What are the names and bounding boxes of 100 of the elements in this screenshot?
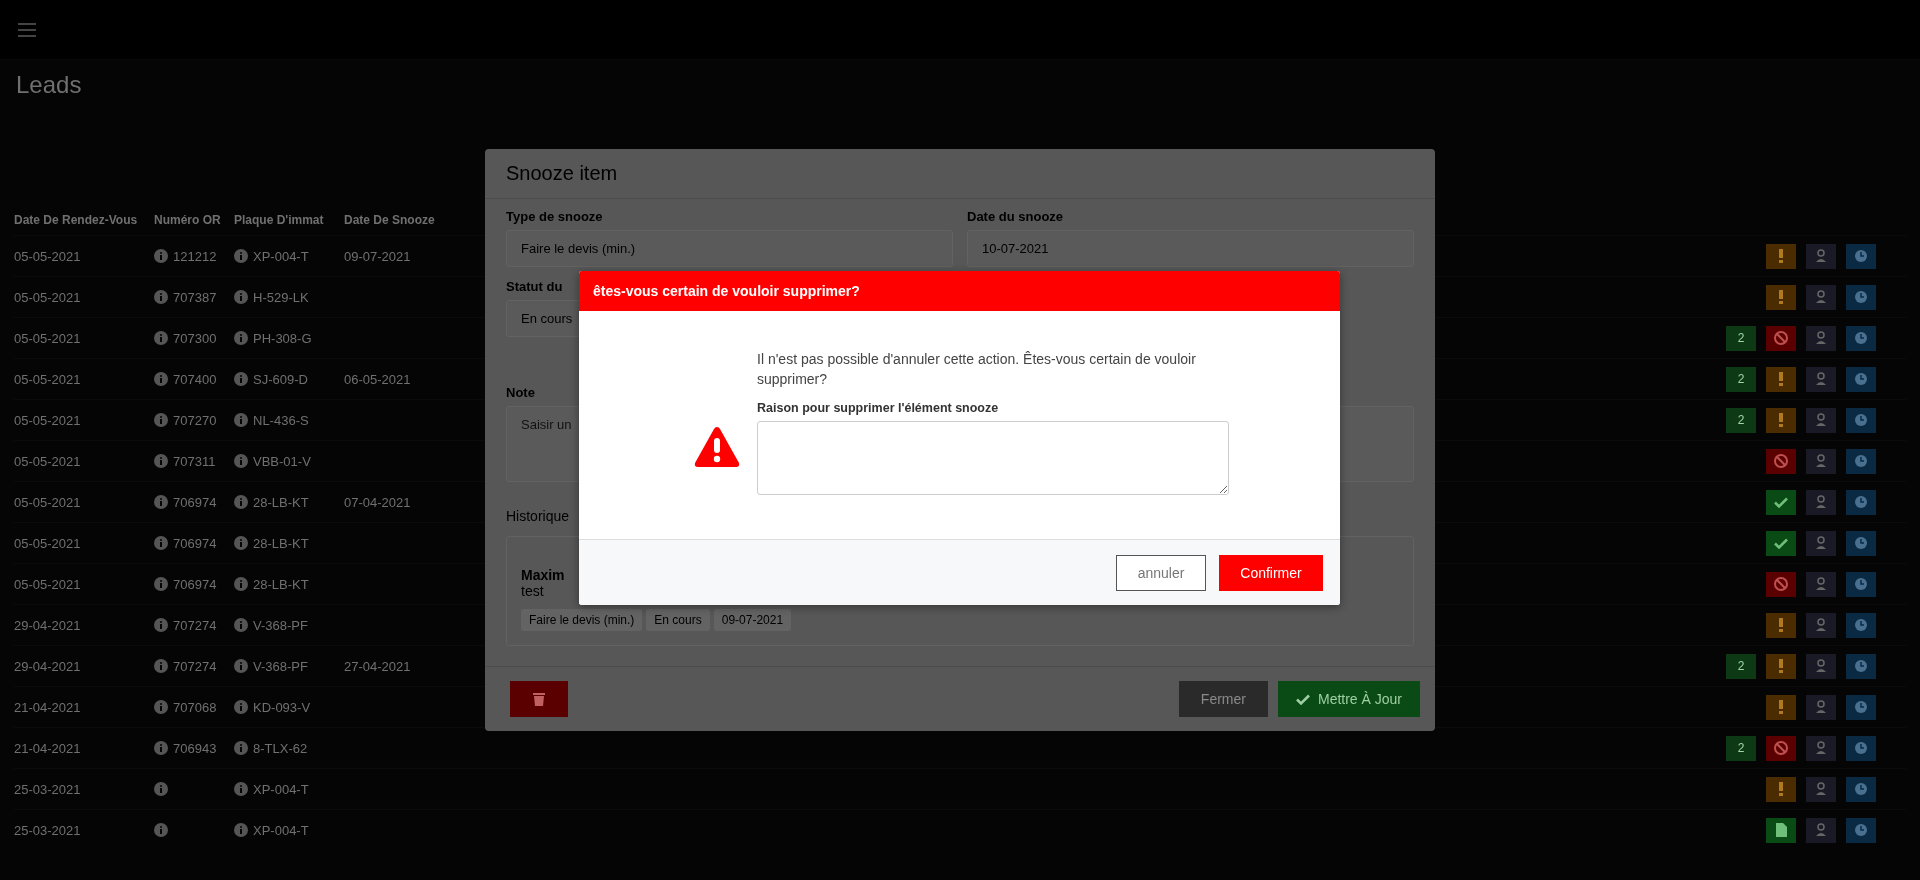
- field-label: Type de snooze: [506, 209, 603, 224]
- table-cell: V-368-PF: [253, 617, 308, 633]
- table-cell: XP-004-T: [253, 248, 309, 264]
- user-button[interactable]: [1806, 489, 1836, 515]
- status-button[interactable]: [1766, 407, 1796, 433]
- user-button[interactable]: [1806, 653, 1836, 679]
- info-icon: [234, 823, 248, 837]
- table-cell: 706943: [173, 740, 217, 756]
- info-icon: [234, 495, 248, 509]
- user-button[interactable]: [1806, 407, 1836, 433]
- confirm-button[interactable]: Confirmer: [1219, 554, 1323, 591]
- delete-button[interactable]: [510, 681, 568, 717]
- status-button[interactable]: [1766, 571, 1796, 597]
- table-cell: 707300: [173, 330, 217, 346]
- table-cell: 706974: [173, 535, 217, 551]
- exclamation-icon: [1779, 618, 1783, 632]
- clock-button[interactable]: [1846, 776, 1876, 802]
- status-button[interactable]: [1766, 776, 1796, 802]
- info-icon: [154, 700, 168, 714]
- table-cell: 707270: [173, 412, 217, 428]
- clock-button[interactable]: [1846, 694, 1876, 720]
- clock-button[interactable]: [1846, 653, 1876, 679]
- clock-button[interactable]: [1846, 817, 1876, 843]
- user-icon: [1815, 454, 1827, 468]
- update-button[interactable]: Mettre À Jour: [1277, 681, 1420, 717]
- input-field[interactable]: 10-07-2021: [967, 230, 1414, 267]
- user-icon: [1815, 577, 1827, 591]
- table-cell: VBB-01-V: [253, 453, 311, 469]
- menu-icon[interactable]: [18, 22, 36, 37]
- status-button[interactable]: [1766, 530, 1796, 556]
- input-field[interactable]: Faire le devis (min.): [506, 230, 953, 267]
- user-button[interactable]: [1806, 776, 1836, 802]
- exclamation-icon: [1779, 249, 1783, 263]
- table-cell: 29-04-2021: [14, 617, 81, 633]
- info-icon: [154, 413, 168, 427]
- clock-icon: [1854, 577, 1868, 591]
- status-button[interactable]: [1766, 817, 1796, 843]
- status-button[interactable]: [1766, 243, 1796, 269]
- clock-icon: [1854, 659, 1868, 673]
- clock-icon: [1854, 290, 1868, 304]
- clock-button[interactable]: [1846, 407, 1876, 433]
- clock-button[interactable]: [1846, 448, 1876, 474]
- user-button[interactable]: [1806, 448, 1836, 474]
- info-icon: [154, 454, 168, 468]
- exclamation-icon: [1779, 782, 1783, 796]
- field-label: Statut du: [506, 279, 563, 294]
- user-button[interactable]: [1806, 325, 1836, 351]
- user-icon: [1815, 823, 1827, 837]
- info-icon: [154, 331, 168, 345]
- table-cell: 21-04-2021: [14, 740, 81, 756]
- user-button[interactable]: [1806, 530, 1836, 556]
- info-icon: [154, 495, 168, 509]
- status-button[interactable]: [1766, 735, 1796, 761]
- status-button[interactable]: [1766, 694, 1796, 720]
- status-button[interactable]: [1766, 325, 1796, 351]
- clock-button[interactable]: [1846, 325, 1876, 351]
- info-icon: [234, 331, 248, 345]
- table-cell: 25-03-2021: [14, 781, 81, 797]
- clock-button[interactable]: [1846, 530, 1876, 556]
- table-cell: 28-LB-KT: [253, 535, 309, 551]
- status-button[interactable]: [1766, 612, 1796, 638]
- table-cell: 706974: [173, 576, 217, 592]
- status-button[interactable]: [1766, 489, 1796, 515]
- ban-icon: [1774, 454, 1788, 468]
- user-icon: [1815, 249, 1827, 263]
- user-icon: [1815, 495, 1827, 509]
- clock-button[interactable]: [1846, 571, 1876, 597]
- check-icon: [1774, 537, 1788, 549]
- clock-button[interactable]: [1846, 489, 1876, 515]
- user-button[interactable]: [1806, 243, 1836, 269]
- clock-button[interactable]: [1846, 284, 1876, 310]
- table-cell: 707274: [173, 658, 217, 674]
- user-button[interactable]: [1806, 366, 1836, 392]
- comment-badge: 2: [1726, 366, 1756, 392]
- user-button[interactable]: [1806, 284, 1836, 310]
- table-cell: 121212: [173, 248, 217, 264]
- table-cell: XP-004-T: [253, 822, 309, 838]
- status-button[interactable]: [1766, 653, 1796, 679]
- exclamation-icon: [1779, 413, 1783, 427]
- clock-button[interactable]: [1846, 243, 1876, 269]
- user-button[interactable]: [1806, 817, 1836, 843]
- clock-icon: [1854, 700, 1868, 714]
- clock-button[interactable]: [1846, 366, 1876, 392]
- status-button[interactable]: [1766, 284, 1796, 310]
- close-button[interactable]: Fermer: [1178, 681, 1268, 717]
- user-button[interactable]: [1806, 571, 1836, 597]
- user-button[interactable]: [1806, 694, 1836, 720]
- user-button[interactable]: [1806, 735, 1836, 761]
- user-icon: [1815, 372, 1827, 386]
- clock-button[interactable]: [1846, 612, 1876, 638]
- user-button[interactable]: [1806, 612, 1836, 638]
- info-icon: [154, 782, 168, 796]
- reason-field[interactable]: [757, 421, 1229, 495]
- clock-button[interactable]: [1846, 735, 1876, 761]
- exclamation-icon: [1779, 700, 1783, 714]
- clock-icon: [1854, 372, 1868, 386]
- cancel-button[interactable]: annuler: [1116, 554, 1206, 591]
- status-button[interactable]: [1766, 366, 1796, 392]
- status-button[interactable]: [1766, 448, 1796, 474]
- table-cell: 05-05-2021: [14, 248, 81, 264]
